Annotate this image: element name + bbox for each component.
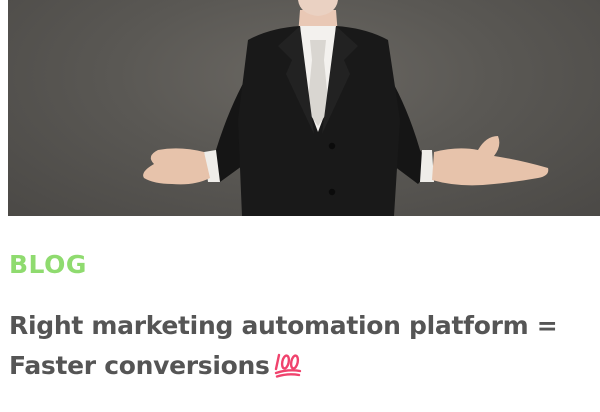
hundred-points-icon: [274, 350, 302, 390]
post-hero-image[interactable]: [8, 0, 600, 216]
post-title-line-2: Faster conversions: [9, 351, 270, 380]
post-title-line-1: Right marketing automation platform =: [9, 311, 558, 340]
businessman-shrugging-illustration: [143, 0, 549, 216]
blog-post-card[interactable]: BLOG Right marketing automation platform…: [0, 0, 600, 412]
post-title[interactable]: Right marketing automation platform = Fa…: [9, 306, 594, 390]
post-category-label[interactable]: BLOG: [9, 252, 87, 277]
